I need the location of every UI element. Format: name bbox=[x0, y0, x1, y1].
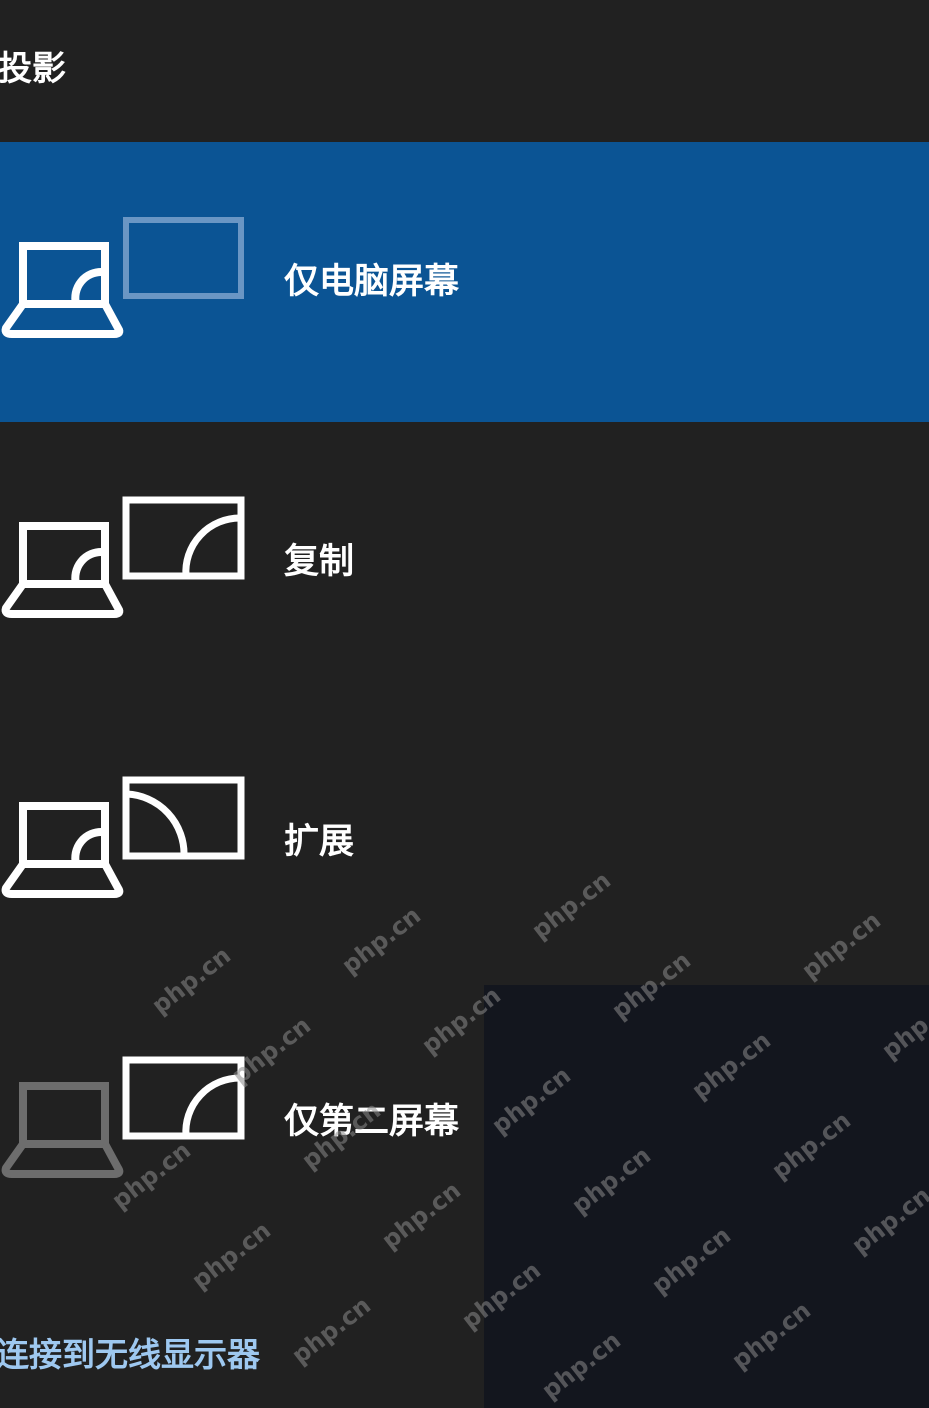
panel-title: 投影 bbox=[0, 49, 66, 89]
option-duplicate[interactable]: 复制 bbox=[0, 422, 929, 702]
option-pc-screen-only[interactable]: 仅电脑屏幕 bbox=[0, 142, 929, 422]
option-label: 仅第二屏幕 bbox=[284, 1102, 460, 1142]
connect-wireless-display-link[interactable]: 连接到无线显示器 bbox=[0, 1333, 260, 1377]
option-label: 复制 bbox=[284, 542, 355, 582]
option-label: 扩展 bbox=[284, 822, 355, 862]
option-second-screen-only[interactable]: 仅第二屏幕 bbox=[0, 982, 929, 1262]
extend-icon bbox=[1, 776, 245, 898]
watermark-text: php.cn bbox=[286, 1291, 376, 1370]
pc-screen-only-icon bbox=[1, 217, 244, 338]
second-screen-only-icon bbox=[1, 1056, 245, 1178]
option-label: 仅电脑屏幕 bbox=[284, 262, 460, 302]
duplicate-icon bbox=[1, 496, 245, 618]
option-extend[interactable]: 扩展 bbox=[0, 702, 929, 982]
